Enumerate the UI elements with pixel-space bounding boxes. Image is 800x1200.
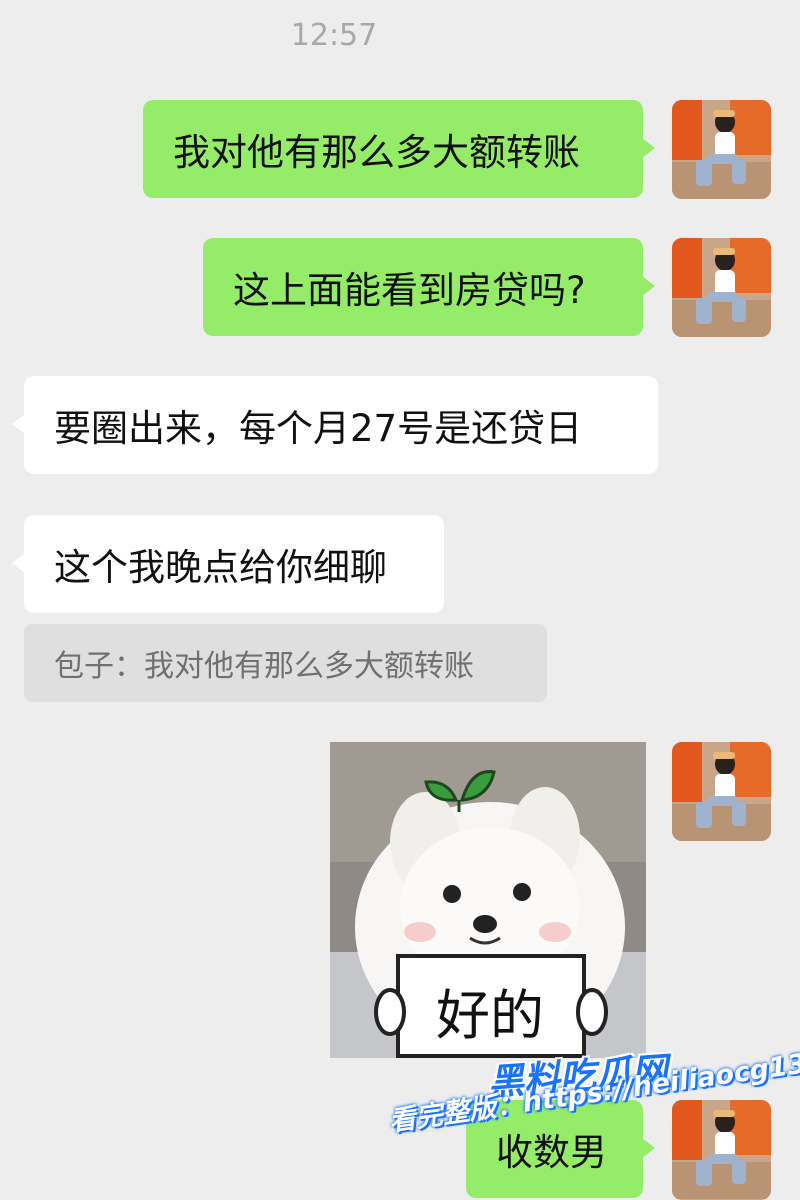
message-text: 这个我晚点给你细聊: [54, 546, 387, 589]
message-text: 这上面能看到房贷吗?: [233, 269, 586, 312]
message-bubble-received[interactable]: 这个我晚点给你细聊: [12, 515, 444, 613]
message-text: 收数男: [496, 1131, 607, 1174]
avatar[interactable]: [672, 238, 771, 337]
avatar[interactable]: [672, 100, 771, 199]
sticker-text: 好的: [436, 984, 544, 1047]
quoted-message-text: 包子：我对他有那么多大额转账: [54, 649, 474, 684]
timestamp: 12:57: [290, 18, 378, 53]
message-text: 我对他有那么多大额转账: [173, 131, 580, 174]
bubble-tail: [642, 276, 655, 296]
message-text: 要圈出来，每个月27号是还贷日: [54, 407, 583, 450]
bubble-tail: [642, 138, 655, 158]
bubble-tail: [12, 414, 25, 434]
message-bubble-received[interactable]: 要圈出来，每个月27号是还贷日: [12, 376, 658, 474]
avatar[interactable]: [672, 742, 771, 841]
avatar[interactable]: [672, 1100, 771, 1200]
bubble-tail: [642, 1138, 655, 1158]
message-bubble-sent[interactable]: 我对他有那么多大额转账: [143, 100, 655, 198]
bubble-tail: [12, 553, 25, 573]
message-bubble-sent[interactable]: 这上面能看到房贷吗?: [203, 238, 655, 336]
dog-sticker-image[interactable]: 好的: [330, 742, 646, 1058]
quoted-message[interactable]: 包子：我对他有那么多大额转账: [24, 624, 547, 702]
